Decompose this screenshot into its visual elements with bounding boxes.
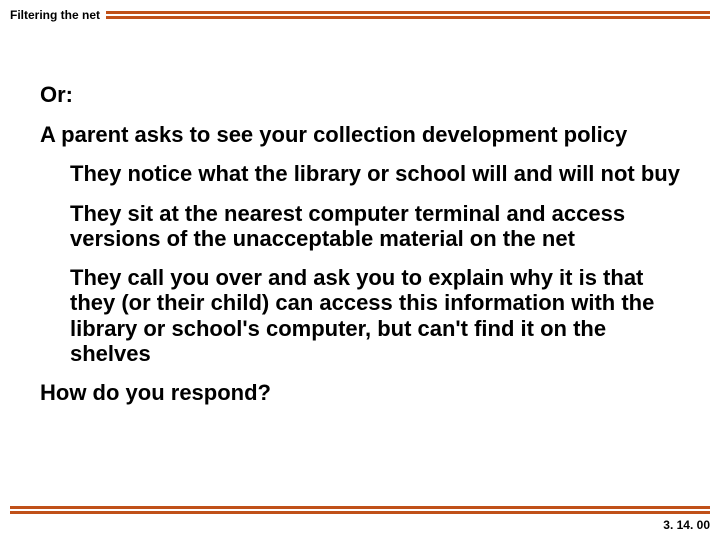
header-rule	[106, 11, 710, 19]
slide-footer: 3. 14. 00	[10, 506, 710, 532]
bullet-item: They sit at the nearest computer termina…	[70, 201, 680, 252]
question-text: How do you respond?	[40, 380, 680, 406]
footer-date: 3. 14. 00	[10, 518, 710, 532]
slide-body: Or: A parent asks to see your collection…	[0, 22, 720, 406]
bullet-item: They notice what the library or school w…	[70, 161, 680, 186]
slide-title: Filtering the net	[10, 8, 106, 22]
intro-text: A parent asks to see your collection dev…	[40, 122, 680, 147]
or-label: Or:	[40, 82, 680, 108]
bullet-item: They call you over and ask you to explai…	[70, 265, 680, 366]
footer-rule	[10, 506, 710, 514]
slide-header: Filtering the net	[0, 0, 720, 22]
